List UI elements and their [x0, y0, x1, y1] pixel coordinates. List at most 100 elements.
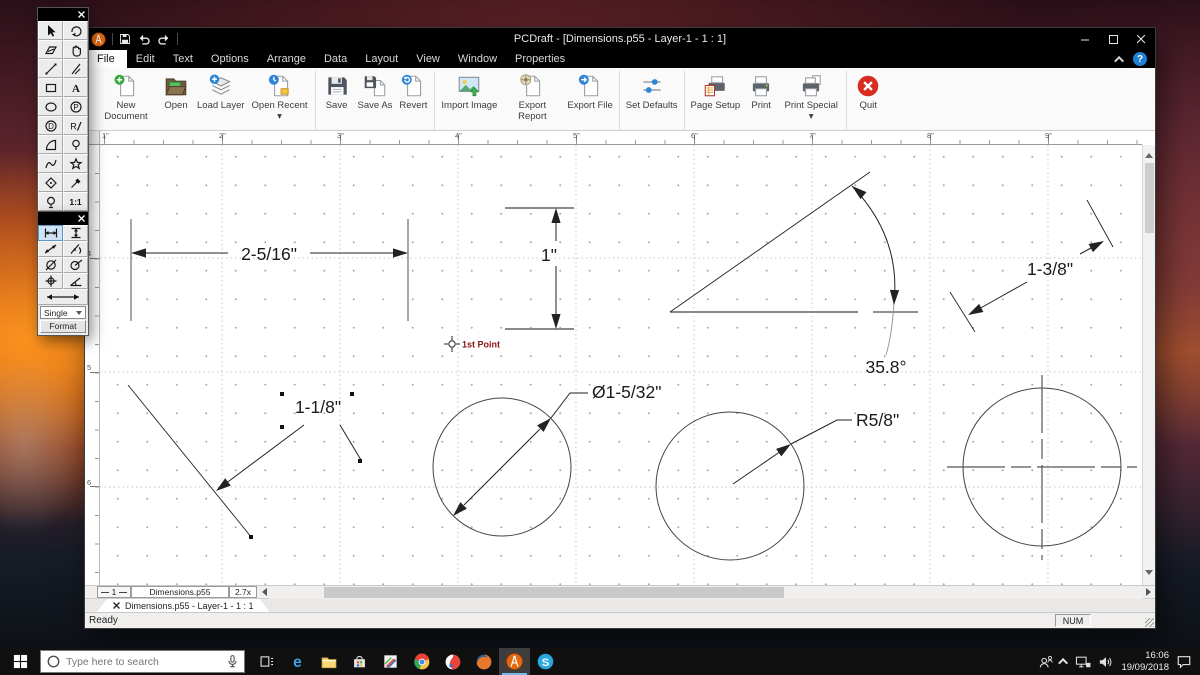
tool-rectangle[interactable] — [38, 78, 63, 97]
tool-dim-horizontal[interactable] — [38, 225, 63, 241]
export-report-button[interactable]: Export Report — [500, 71, 564, 124]
taskbar-pcdraft[interactable] — [499, 648, 530, 675]
document-name-box[interactable]: Dimensions.p55 — [131, 586, 229, 598]
tool-dim-vertical[interactable] — [63, 225, 88, 241]
quit-button[interactable]: Quit — [850, 71, 886, 113]
clock[interactable]: 16:06 19/09/2018 — [1121, 650, 1169, 674]
undo-icon[interactable] — [137, 33, 151, 45]
tool-lamp[interactable] — [38, 192, 63, 211]
import-image-button[interactable]: Import Image — [438, 71, 500, 113]
taskbar-file-explorer[interactable] — [313, 648, 344, 675]
tool-rounded-rectangle[interactable]: R — [63, 116, 88, 135]
menu-window[interactable]: Window — [449, 50, 506, 68]
tool-arc[interactable] — [38, 135, 63, 154]
close-button[interactable] — [1127, 28, 1155, 50]
vertical-scrollbar[interactable] — [1142, 145, 1155, 585]
minimize-button[interactable] — [1071, 28, 1099, 50]
tray-expand-icon[interactable] — [1058, 657, 1069, 668]
menu-view[interactable]: View — [407, 50, 449, 68]
dimension-mode-select[interactable]: Single — [40, 306, 86, 319]
open-recent-button[interactable]: Open Recent ▾ — [248, 71, 312, 124]
tool-slant-panel[interactable] — [38, 40, 63, 59]
taskbar-search[interactable] — [40, 650, 245, 673]
taskbar-edge[interactable]: e — [282, 648, 313, 675]
help-icon[interactable]: ? — [1133, 52, 1147, 66]
palette-close-icon[interactable] — [78, 11, 85, 18]
tool-diameter-circle[interactable]: D — [38, 116, 63, 135]
maximize-button[interactable] — [1099, 28, 1127, 50]
print-button[interactable]: Print — [743, 71, 779, 113]
people-icon[interactable] — [1038, 654, 1054, 670]
scroll-down-icon[interactable] — [1145, 570, 1153, 579]
tool-multi-line[interactable] — [63, 59, 88, 78]
horizontal-scroll-thumb[interactable] — [324, 586, 784, 598]
taskbar-chrome[interactable] — [406, 648, 437, 675]
palette-title-bar[interactable] — [38, 8, 88, 21]
menu-arrange[interactable]: Arrange — [258, 50, 315, 68]
tab-close-icon[interactable] — [113, 602, 120, 609]
tool-pan-hand[interactable] — [63, 40, 88, 59]
load-layer-button[interactable]: Load Layer — [194, 71, 248, 113]
save-as-button[interactable]: Save As — [355, 71, 396, 113]
tool-text[interactable]: A — [63, 78, 88, 97]
menu-data[interactable]: Data — [315, 50, 356, 68]
menu-text[interactable]: Text — [164, 50, 202, 68]
taskbar-skype[interactable]: S — [530, 648, 561, 675]
menu-edit[interactable]: Edit — [127, 50, 164, 68]
menu-layout[interactable]: Layout — [356, 50, 407, 68]
format-button[interactable]: Format — [40, 320, 86, 333]
taskbar-snip[interactable] — [437, 648, 468, 675]
taskbar-firefox[interactable] — [468, 648, 499, 675]
tool-dim-diameter[interactable] — [38, 257, 63, 273]
menu-file[interactable]: File — [85, 50, 127, 68]
horizontal-scrollbar[interactable] — [269, 585, 1143, 599]
menu-options[interactable]: Options — [202, 50, 258, 68]
quick-save-icon[interactable] — [119, 33, 131, 45]
taskbar-paint[interactable] — [375, 648, 406, 675]
tool-ellipse[interactable] — [38, 97, 63, 116]
tool-dim-oblique[interactable] — [38, 241, 63, 257]
palette-title-bar[interactable] — [38, 212, 88, 225]
zoom-level-box[interactable]: 2.7x — [229, 586, 257, 598]
open-button[interactable]: Open — [158, 71, 194, 113]
scroll-right-icon[interactable] — [1143, 586, 1155, 598]
tool-select-pointer[interactable] — [38, 21, 63, 40]
tool-rotate[interactable] — [63, 21, 88, 40]
set-defaults-button[interactable]: Set Defaults — [623, 71, 681, 113]
volume-icon[interactable] — [1098, 655, 1114, 669]
revert-button[interactable]: Revert — [395, 71, 431, 113]
tool-balloon[interactable] — [63, 135, 88, 154]
tool-dim-radius[interactable] — [63, 257, 88, 273]
search-input[interactable] — [66, 655, 221, 668]
taskbar-store[interactable] — [344, 648, 375, 675]
action-center-icon[interactable] — [1176, 654, 1192, 669]
tool-symbol-point[interactable] — [38, 173, 63, 192]
page-setup-button[interactable]: Page Setup — [688, 71, 744, 113]
redo-icon[interactable] — [157, 33, 171, 45]
collapse-ribbon-icon[interactable] — [1114, 55, 1125, 66]
page-indicator[interactable]: 1 — [97, 586, 131, 598]
tool-scale-1-1[interactable]: 1:1 — [63, 192, 88, 211]
tool-star[interactable] — [63, 154, 88, 173]
tool-dim-leader[interactable] — [63, 241, 88, 257]
tool-eyedropper[interactable] — [63, 173, 88, 192]
tool-center-mark[interactable] — [38, 273, 63, 289]
scroll-left-icon[interactable] — [257, 586, 269, 598]
start-button[interactable] — [0, 648, 40, 675]
vertical-scroll-thumb[interactable] — [1145, 163, 1154, 233]
export-file-button[interactable]: Export File — [564, 71, 615, 113]
tool-line[interactable] — [38, 59, 63, 78]
tool-parallel-polygon[interactable]: P — [63, 97, 88, 116]
menu-properties[interactable]: Properties — [506, 50, 574, 68]
save-button[interactable]: Save — [319, 71, 355, 113]
document-tab[interactable]: Dimensions.p55 - Layer-1 - 1 : 1 — [97, 599, 270, 612]
taskbar-task-view[interactable] — [251, 648, 282, 675]
print-special-button[interactable]: Print Special ▾ — [779, 71, 843, 124]
tool-freehand-curve[interactable] — [38, 154, 63, 173]
tool-dim-angle[interactable] — [63, 273, 88, 289]
resize-grip[interactable] — [1145, 618, 1154, 627]
new-document-button[interactable]: New Document — [94, 71, 158, 124]
network-icon[interactable] — [1075, 655, 1091, 669]
drawing-canvas[interactable]: 2-5/16" 1" 1st Point 35.8° 1-3/8" 1-1/8"… — [100, 145, 1142, 585]
scroll-up-icon[interactable] — [1145, 149, 1153, 158]
